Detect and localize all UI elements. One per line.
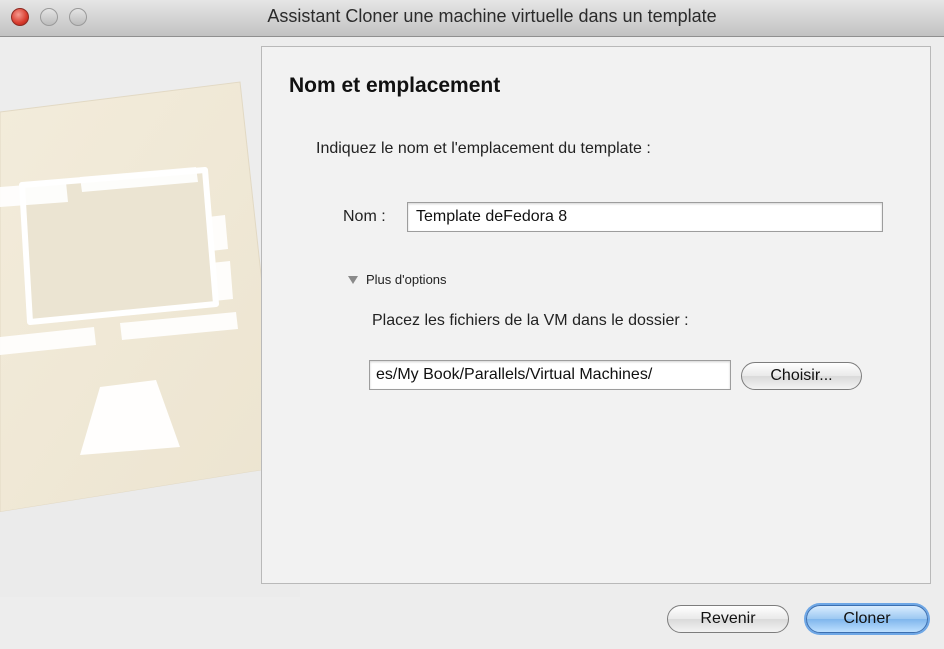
more-options-label: Plus d'options bbox=[366, 272, 447, 287]
folder-path-field[interactable]: es/My Book/Parallels/Virtual Machines/ bbox=[369, 360, 731, 390]
virtual-machine-illustration bbox=[0, 81, 300, 597]
instruction-text: Indiquez le nom et l'emplacement du temp… bbox=[316, 140, 651, 157]
clone-button[interactable]: Cloner bbox=[806, 605, 928, 633]
disclosure-triangle-icon[interactable] bbox=[348, 275, 358, 284]
title-bar[interactable]: Assistant Cloner une machine virtuelle d… bbox=[0, 0, 944, 37]
back-button[interactable]: Revenir bbox=[667, 605, 789, 633]
wizard-window: Assistant Cloner une machine virtuelle d… bbox=[0, 0, 944, 649]
window-title: Assistant Cloner une machine virtuelle d… bbox=[267, 6, 717, 26]
name-label: Nom : bbox=[343, 208, 386, 225]
choose-folder-button[interactable]: Choisir... bbox=[741, 362, 862, 390]
folder-path-text: es/My Book/Parallels/Virtual Machines/ bbox=[376, 366, 653, 383]
more-options-toggle[interactable]: Plus d'options bbox=[348, 272, 447, 287]
template-name-field[interactable]: Template deFedora 8 bbox=[407, 202, 883, 232]
page-title: Nom et emplacement bbox=[289, 74, 501, 97]
folder-location-label: Placez les fichiers de la VM dans le dos… bbox=[372, 312, 689, 329]
